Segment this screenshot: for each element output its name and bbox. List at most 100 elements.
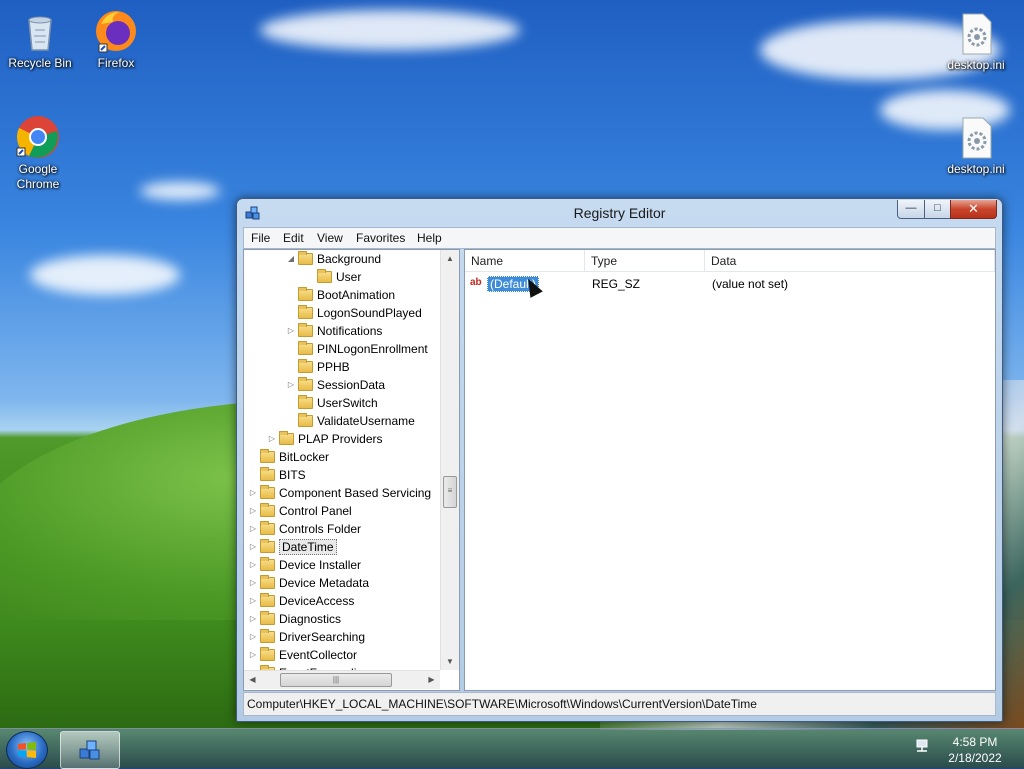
tree-item-label: SessionData (317, 378, 386, 392)
tree-item[interactable]: ▷ Component Based Servicing (248, 484, 431, 502)
tree-item[interactable]: ▷ DriverSearching (248, 628, 365, 646)
tree-item[interactable]: ▷ SessionData (286, 376, 385, 394)
tree-item-label: BITS (279, 468, 306, 482)
menu-favorites[interactable]: Favorites (356, 231, 405, 245)
tree-item-label: LogonSoundPlayed (317, 306, 422, 320)
expand-arrow-icon[interactable]: ▷ (248, 502, 258, 520)
tree-item[interactable]: ▷ PLAP Providers (267, 430, 383, 448)
expand-arrow-icon[interactable]: ▷ (286, 376, 296, 394)
close-button[interactable]: ✕ (950, 200, 997, 219)
scroll-down-arrow-icon[interactable]: ▼ (441, 653, 459, 670)
column-header-name[interactable]: Name (465, 250, 585, 272)
menu-help[interactable]: Help (417, 231, 442, 245)
tree-item[interactable]: ▷ Notifications (286, 322, 382, 340)
network-icon[interactable] (914, 738, 930, 754)
tree-item[interactable]: BitLocker (248, 448, 329, 466)
menu-edit[interactable]: Edit (283, 231, 304, 245)
tree-item[interactable]: ▷ EventCollector (248, 646, 357, 664)
tree-item[interactable]: ▷ Device Metadata (248, 574, 369, 592)
desktop-icon-label: Firefox (97, 56, 135, 70)
expand-arrow-icon[interactable]: ▷ (248, 484, 258, 502)
scroll-left-arrow-icon[interactable]: ◀ (244, 671, 261, 689)
title-bar[interactable]: Registry Editor — □ ✕ (237, 199, 1002, 227)
cloud (260, 10, 520, 50)
desktop-icon-desktop-ini[interactable]: desktop.ini (938, 10, 1014, 73)
scroll-thumb[interactable]: ||| (280, 673, 392, 687)
tree-item[interactable]: ▷ Control Panel (248, 502, 352, 520)
tree-item[interactable]: ▷ Diagnostics (248, 610, 341, 628)
taskbar-button-registry-editor[interactable] (60, 731, 120, 769)
scroll-right-arrow-icon[interactable]: ▶ (423, 671, 440, 689)
folder-icon (260, 539, 275, 553)
menu-view[interactable]: View (317, 231, 343, 245)
clock-date: 2/18/2022 (948, 751, 1002, 765)
tree-item[interactable]: ◢ Background (286, 250, 381, 268)
desktop-icon-recycle-bin[interactable]: Recycle Bin (2, 8, 78, 71)
tree-item[interactable]: BootAnimation (286, 286, 395, 304)
expand-arrow-icon[interactable]: ▷ (248, 538, 258, 556)
folder-icon (260, 467, 275, 481)
folder-icon (260, 557, 275, 571)
maximize-button[interactable]: □ (924, 200, 951, 219)
scroll-thumb[interactable]: ≡ (443, 476, 457, 508)
tree-item-label: UserSwitch (317, 396, 378, 410)
minimize-button[interactable]: — (897, 200, 925, 219)
value-type: REG_SZ (592, 277, 641, 291)
tree-item[interactable]: User (305, 268, 361, 286)
folder-icon (260, 503, 275, 517)
tree-item[interactable]: PPHB (286, 358, 350, 376)
tree-item[interactable]: BITS (248, 466, 306, 484)
folder-icon (279, 431, 294, 445)
desktop-icon-desktop-ini[interactable]: desktop.ini (938, 114, 1014, 177)
folder-icon (298, 305, 313, 319)
tree-item-label: Device Metadata (279, 576, 370, 590)
tree-item[interactable]: ValidateUsername (286, 412, 415, 430)
tree-item[interactable]: ▷ Controls Folder (248, 520, 361, 538)
expand-arrow-icon[interactable]: ▷ (286, 322, 296, 340)
column-header-type[interactable]: Type (585, 250, 705, 272)
tree-item[interactable]: ▷ DeviceAccess (248, 592, 354, 610)
windows-logo-icon (18, 742, 36, 758)
desktop-icon-chrome[interactable]: Google Chrome (0, 114, 76, 192)
folder-icon (298, 251, 313, 265)
expand-arrow-icon[interactable]: ▷ (248, 520, 258, 538)
folder-icon (260, 575, 275, 589)
tree-item[interactable]: LogonSoundPlayed (286, 304, 422, 322)
folder-icon (298, 395, 313, 409)
desktop-icon-firefox[interactable]: Firefox (78, 8, 154, 71)
clock-time: 4:58 PM (952, 735, 998, 749)
tree-item[interactable]: UserSwitch (286, 394, 378, 412)
taskbar-clock[interactable]: 4:58 PM 2/18/2022 (940, 734, 1010, 766)
expand-arrow-icon[interactable]: ▷ (248, 556, 258, 574)
expand-arrow-icon[interactable]: ▷ (267, 430, 277, 448)
key-tree[interactable]: ◢ Background User BootAnimation LogonSoundPl… (243, 249, 460, 691)
tree-horizontal-scrollbar[interactable]: ◀ ||| ▶ (244, 670, 440, 689)
scroll-up-arrow-icon[interactable]: ▲ (441, 250, 459, 267)
tree-item[interactable]: PINLogonEnrollment (286, 340, 428, 358)
expand-arrow-icon[interactable]: ◢ (286, 250, 296, 268)
expand-arrow-icon[interactable]: ▷ (248, 628, 258, 646)
folder-icon (260, 647, 275, 661)
tree-item[interactable]: ▷ Device Installer (248, 556, 361, 574)
expand-arrow-icon[interactable]: ▷ (248, 610, 258, 628)
desktop-icon-label: desktop.ini (947, 58, 1005, 72)
tree-item-label: DateTime (279, 539, 337, 555)
tree-item-label: BootAnimation (317, 288, 396, 302)
tree-item-label: DriverSearching (279, 630, 366, 644)
menu-file[interactable]: File (251, 231, 270, 245)
values-list[interactable]: Name Type Data ab (Default) REG_SZ (valu… (464, 249, 996, 691)
start-button[interactable] (6, 731, 48, 769)
expand-arrow-icon[interactable]: ▷ (248, 574, 258, 592)
folder-icon (260, 449, 275, 463)
column-header-data[interactable]: Data (705, 250, 995, 272)
expand-arrow-icon[interactable]: ▷ (248, 646, 258, 664)
desktop-icon-label: Google Chrome (16, 162, 60, 191)
value-row[interactable]: ab (Default) REG_SZ (value not set) (465, 274, 993, 294)
settings-file-icon (953, 114, 999, 160)
tree-vertical-scrollbar[interactable]: ▲ ≡ ▼ (440, 250, 459, 670)
folder-icon (260, 593, 275, 607)
expand-arrow-icon[interactable]: ▷ (248, 592, 258, 610)
taskbar (0, 728, 1024, 769)
tree-item-label: Diagnostics (279, 612, 342, 626)
tree-item[interactable]: ▷ DateTime (248, 538, 337, 556)
